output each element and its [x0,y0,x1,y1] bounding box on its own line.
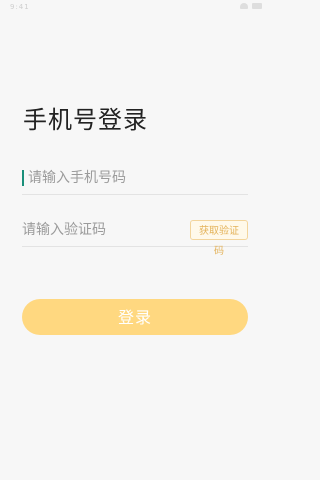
login-button[interactable]: 登录 [22,299,248,335]
battery-icon [252,3,262,9]
status-bar: 9:41 [0,0,270,14]
code-field[interactable]: 获取验证码 [22,216,248,257]
status-icons [240,3,262,9]
status-time: 9:41 [10,3,30,11]
phone-input[interactable] [22,164,254,192]
code-input[interactable] [22,216,172,244]
wifi-icon [240,3,248,9]
get-code-button[interactable]: 获取验证码 [190,220,248,257]
page-title: 手机号登录 [23,106,148,134]
phone-field[interactable] [22,164,254,195]
